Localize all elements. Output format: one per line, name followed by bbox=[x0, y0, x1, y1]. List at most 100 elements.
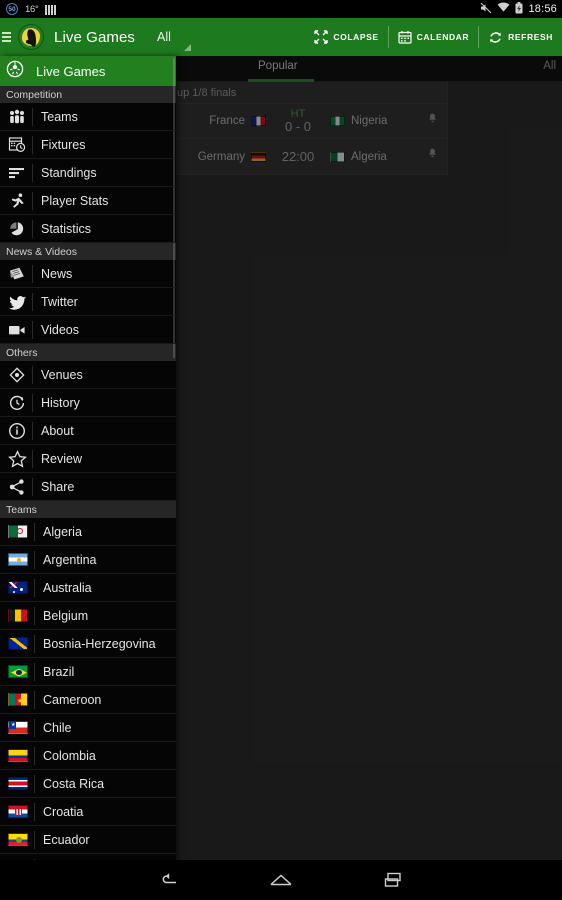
status-bar: 50 16° 18:56 bbox=[0, 0, 562, 18]
sidebar-item-label: Argentina bbox=[43, 552, 97, 567]
sidebar-item-team-cameroon[interactable]: ★ Cameroon bbox=[0, 686, 176, 714]
sidebar-item-team-ecuador[interactable]: Ecuador bbox=[0, 826, 176, 854]
collapse-button[interactable]: COLAPSE bbox=[305, 24, 387, 50]
info-circle-icon bbox=[6, 420, 28, 442]
sidebar-item-teams[interactable]: Teams bbox=[0, 103, 176, 131]
sidebar-section-teams: Teams bbox=[0, 501, 176, 518]
refresh-label: REFRESH bbox=[508, 32, 553, 42]
calendar-button[interactable]: CALENDAR bbox=[389, 24, 479, 50]
signal-bars-icon bbox=[45, 4, 57, 15]
drawer-handle-icon bbox=[184, 44, 191, 51]
flag-algeria bbox=[6, 521, 30, 543]
sidebar-section-competition: Competition bbox=[0, 86, 176, 103]
hamburger-menu-icon[interactable] bbox=[2, 32, 12, 42]
sidebar-item-twitter[interactable]: Twitter bbox=[0, 288, 176, 316]
refresh-icon bbox=[488, 30, 503, 45]
flag-belgium bbox=[6, 605, 30, 627]
app-logo-icon bbox=[18, 24, 44, 50]
battery-charging-icon bbox=[515, 1, 523, 17]
sidebar-item-history[interactable]: History bbox=[0, 389, 176, 417]
running-player-icon bbox=[6, 190, 28, 212]
system-navigation-bar bbox=[0, 860, 562, 900]
sidebar-section-others: Others bbox=[0, 344, 176, 361]
flag-ecuador bbox=[6, 829, 30, 851]
sidebar-item-label: About bbox=[41, 423, 74, 438]
sidebar-item-label: Belgium bbox=[43, 608, 89, 623]
sidebar-item-team-brazil[interactable]: Brazil bbox=[0, 658, 176, 686]
sidebar-item-label: Brazil bbox=[43, 664, 75, 679]
sidebar-item-label: Costa Rica bbox=[43, 776, 105, 791]
sidebar-item-team-costarica[interactable]: Costa Rica bbox=[0, 770, 176, 798]
sidebar-item-label: Chile bbox=[43, 720, 72, 735]
collapse-label: COLAPSE bbox=[333, 32, 379, 42]
sidebar-item-label: News bbox=[41, 266, 73, 281]
sidebar-item-label: Live Games bbox=[36, 63, 106, 79]
sidebar-item-label: Statistics bbox=[41, 221, 92, 236]
people-icon bbox=[6, 106, 28, 128]
calendar-icon bbox=[398, 30, 412, 44]
sidebar-item-review[interactable]: Review bbox=[0, 445, 176, 473]
twitter-bird-icon bbox=[6, 291, 28, 313]
sidebar-item-team-croatia[interactable]: Croatia bbox=[0, 798, 176, 826]
page-title: Live Games bbox=[54, 28, 136, 46]
sidebar-item-standings[interactable]: Standings bbox=[0, 159, 176, 187]
sidebar-item-news[interactable]: News bbox=[0, 260, 176, 288]
flag-australia bbox=[6, 577, 30, 599]
flag-croatia bbox=[6, 801, 30, 823]
sidebar-item-label: Cameroon bbox=[43, 692, 102, 707]
drawer-scrim[interactable] bbox=[176, 56, 562, 860]
flag-costarica bbox=[6, 773, 30, 795]
sidebar-item-label: Croatia bbox=[43, 804, 84, 819]
sidebar-item-label: Algeria bbox=[43, 524, 82, 539]
status-clock: 18:56 bbox=[528, 3, 557, 15]
sidebar-item-team-algeria[interactable]: Algeria bbox=[0, 518, 176, 546]
sidebar-item-team-bosnia[interactable]: Bosnia-Herzegovina bbox=[0, 630, 176, 658]
sidebar-item-label: Australia bbox=[43, 580, 92, 595]
sidebar-item-live-games[interactable]: Live Games bbox=[0, 56, 176, 86]
video-camera-icon bbox=[6, 319, 28, 341]
sidebar-item-label: Colombia bbox=[43, 748, 96, 763]
star-outline-icon bbox=[6, 448, 28, 470]
sidebar-item-label: Teams bbox=[41, 109, 78, 124]
sidebar-item-share[interactable]: Share bbox=[0, 473, 176, 501]
temperature-indicator: 16° bbox=[25, 3, 39, 15]
sidebar-section-news-videos: News & Videos bbox=[0, 243, 176, 260]
sidebar-item-team-belgium[interactable]: Belgium bbox=[0, 602, 176, 630]
sidebar-item-statistics[interactable]: Statistics bbox=[0, 215, 176, 243]
fixtures-calendar-clock-icon bbox=[6, 134, 28, 156]
flag-brazil bbox=[6, 661, 30, 683]
sidebar-item-team-australia[interactable]: Australia bbox=[0, 574, 176, 602]
venue-stadium-icon bbox=[6, 364, 28, 386]
wifi-icon bbox=[497, 2, 510, 16]
refresh-button[interactable]: REFRESH bbox=[479, 24, 562, 50]
notification-count-badge: 50 bbox=[6, 3, 18, 15]
newspaper-icon bbox=[6, 263, 28, 285]
calendar-label: CALENDAR bbox=[416, 32, 470, 42]
sidebar-item-team-chile[interactable]: ★ Chile bbox=[0, 714, 176, 742]
pie-chart-icon bbox=[6, 218, 28, 240]
sidebar-item-label: Share bbox=[41, 479, 75, 494]
sidebar-item-label: Venues bbox=[41, 367, 83, 382]
sidebar-item-team-argentina[interactable]: Argentina bbox=[0, 546, 176, 574]
sidebar-item-label: Fixtures bbox=[41, 137, 86, 152]
soccer-ball-icon bbox=[6, 60, 24, 83]
sidebar-item-label: Videos bbox=[41, 322, 79, 337]
sidebar-item-fixtures[interactable]: Fixtures bbox=[0, 131, 176, 159]
sidebar-item-about[interactable]: About bbox=[0, 417, 176, 445]
sidebar-item-label: Player Stats bbox=[41, 193, 109, 208]
sidebar-item-label: Review bbox=[41, 451, 82, 466]
sidebar-item-player-stats[interactable]: Player Stats bbox=[0, 187, 176, 215]
standings-bars-icon bbox=[6, 162, 28, 184]
page-subtitle: All bbox=[157, 30, 171, 44]
sidebar-item-venues[interactable]: Venues bbox=[0, 361, 176, 389]
sidebar-item-label: Standings bbox=[41, 165, 97, 180]
flag-colombia bbox=[6, 745, 30, 767]
sidebar-item-videos[interactable]: Videos bbox=[0, 316, 176, 344]
flag-chile: ★ bbox=[6, 717, 30, 739]
sidebar-item-label: Ecuador bbox=[43, 832, 90, 847]
back-icon[interactable] bbox=[156, 867, 182, 893]
home-icon[interactable] bbox=[268, 867, 294, 893]
sidebar-item-team-colombia[interactable]: Colombia bbox=[0, 742, 176, 770]
recents-icon[interactable] bbox=[380, 867, 406, 893]
flag-cameroon: ★ bbox=[6, 689, 30, 711]
